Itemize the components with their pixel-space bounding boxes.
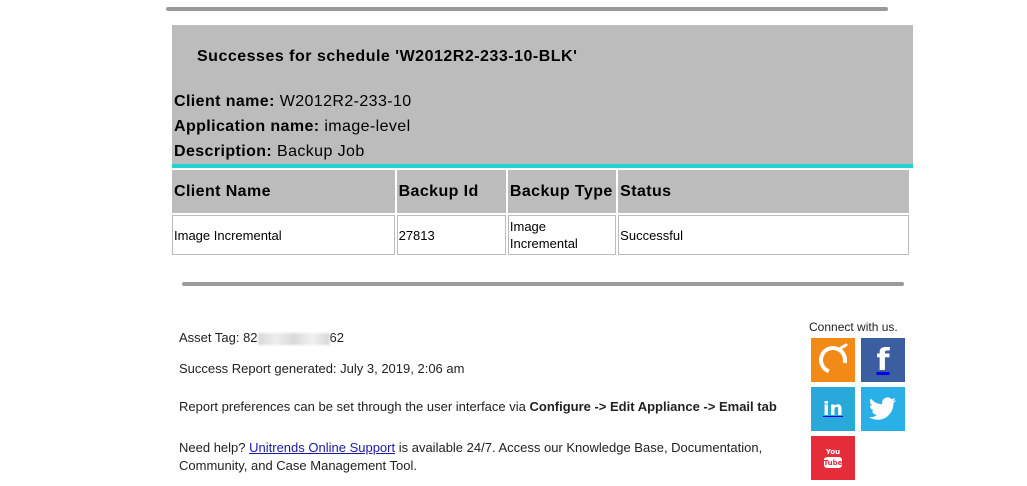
- middle-divider: [182, 282, 904, 286]
- facebook-icon[interactable]: f: [861, 338, 905, 382]
- schedule-title: Successes for schedule 'W2012R2-233-10-B…: [197, 48, 578, 65]
- asset-tag-label: Asset Tag: 82: [179, 330, 258, 345]
- twitter-bird: [869, 397, 896, 420]
- youtube-text-you: You: [825, 448, 840, 456]
- linkedin-glyph: in: [822, 398, 844, 420]
- column-header-backup-id: Backup Id: [396, 170, 506, 213]
- cell-backup-type: Image Incremental: [507, 215, 617, 255]
- application-name-line: Application name: image-level: [174, 118, 411, 136]
- asset-tag: Asset Tag: 82 62: [179, 329, 344, 347]
- online-support-link[interactable]: Unitrends Online Support: [249, 440, 395, 455]
- description-label: Description:: [174, 143, 273, 160]
- unitrends-logo: [819, 343, 848, 374]
- redacted-block: [257, 332, 330, 345]
- application-name-value: image-level: [324, 118, 411, 135]
- description-line: Description: Backup Job: [174, 143, 365, 161]
- client-name-label: Client name:: [174, 93, 275, 110]
- cell-backup-id: 27813: [396, 215, 506, 255]
- preferences-path: Configure -> Edit Appliance -> Email tab: [529, 399, 777, 414]
- client-name-value: W2012R2-233-10: [279, 93, 412, 110]
- unitrends-icon[interactable]: [811, 338, 855, 382]
- table-header-row: Client Name Backup Id Backup Type Status: [172, 170, 909, 213]
- results-table: Client Name Backup Id Backup Type Status…: [170, 168, 911, 257]
- application-name-label: Application name:: [174, 118, 320, 135]
- cell-client-name: Image Incremental: [172, 215, 395, 255]
- preferences-text: Report preferences can be set through th…: [179, 399, 530, 414]
- column-header-client-name: Client Name: [172, 170, 395, 213]
- description-value: Backup Job: [277, 143, 365, 160]
- help-prefix: Need help?: [179, 440, 250, 455]
- report-generated: Success Report generated: July 3, 2019, …: [179, 361, 465, 376]
- help-text: Need help? Unitrends Online Support is a…: [179, 439, 809, 475]
- twitter-icon[interactable]: [861, 387, 905, 431]
- facebook-glyph: f: [876, 342, 890, 378]
- youtube-icon[interactable]: You Tube: [811, 436, 855, 480]
- asset-tag-suffix: 62: [329, 330, 345, 345]
- cell-status: Successful: [618, 215, 909, 255]
- column-header-backup-type: Backup Type: [507, 170, 617, 213]
- youtube-text-tube: Tube: [824, 459, 843, 467]
- table-row: Image Incremental 27813 Image Incrementa…: [172, 215, 909, 255]
- schedule-header: Successes for schedule 'W2012R2-233-10-B…: [172, 25, 913, 165]
- client-name-line: Client name: W2012R2-233-10: [174, 93, 412, 111]
- linkedin-icon[interactable]: in: [811, 387, 855, 431]
- report-preferences: Report preferences can be set through th…: [179, 398, 777, 416]
- top-divider: [166, 7, 888, 11]
- youtube-logo: You Tube: [824, 448, 843, 468]
- column-header-status: Status: [618, 170, 909, 213]
- connect-label: Connect with us.: [809, 320, 898, 334]
